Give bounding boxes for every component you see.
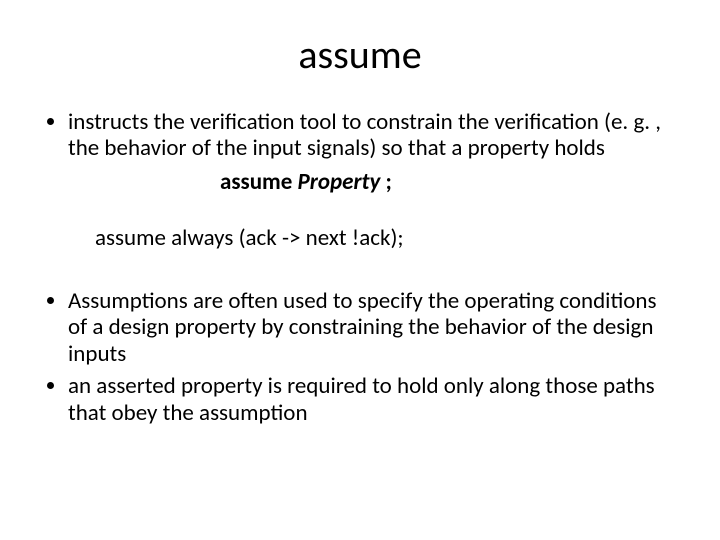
bullet-item: instructs the verification tool to const… (68, 109, 670, 162)
bullet-list-bottom: Assumptions are often used to specify th… (68, 288, 670, 426)
bullet-item: Assumptions are often used to specify th… (68, 288, 670, 367)
syntax-line: assume Property ; (220, 168, 670, 196)
example-code: assume always (ack -> next !ack); (95, 224, 670, 252)
bullet-item: an asserted property is required to hold… (68, 373, 670, 426)
syntax-tail: ; (386, 168, 392, 196)
syntax-keyword: assume (220, 168, 292, 196)
bullet-list-top: instructs the verification tool to const… (68, 109, 670, 162)
syntax-property: Property (298, 168, 381, 196)
slide-title: assume (50, 30, 670, 79)
slide: assume instructs the verification tool t… (0, 0, 720, 540)
